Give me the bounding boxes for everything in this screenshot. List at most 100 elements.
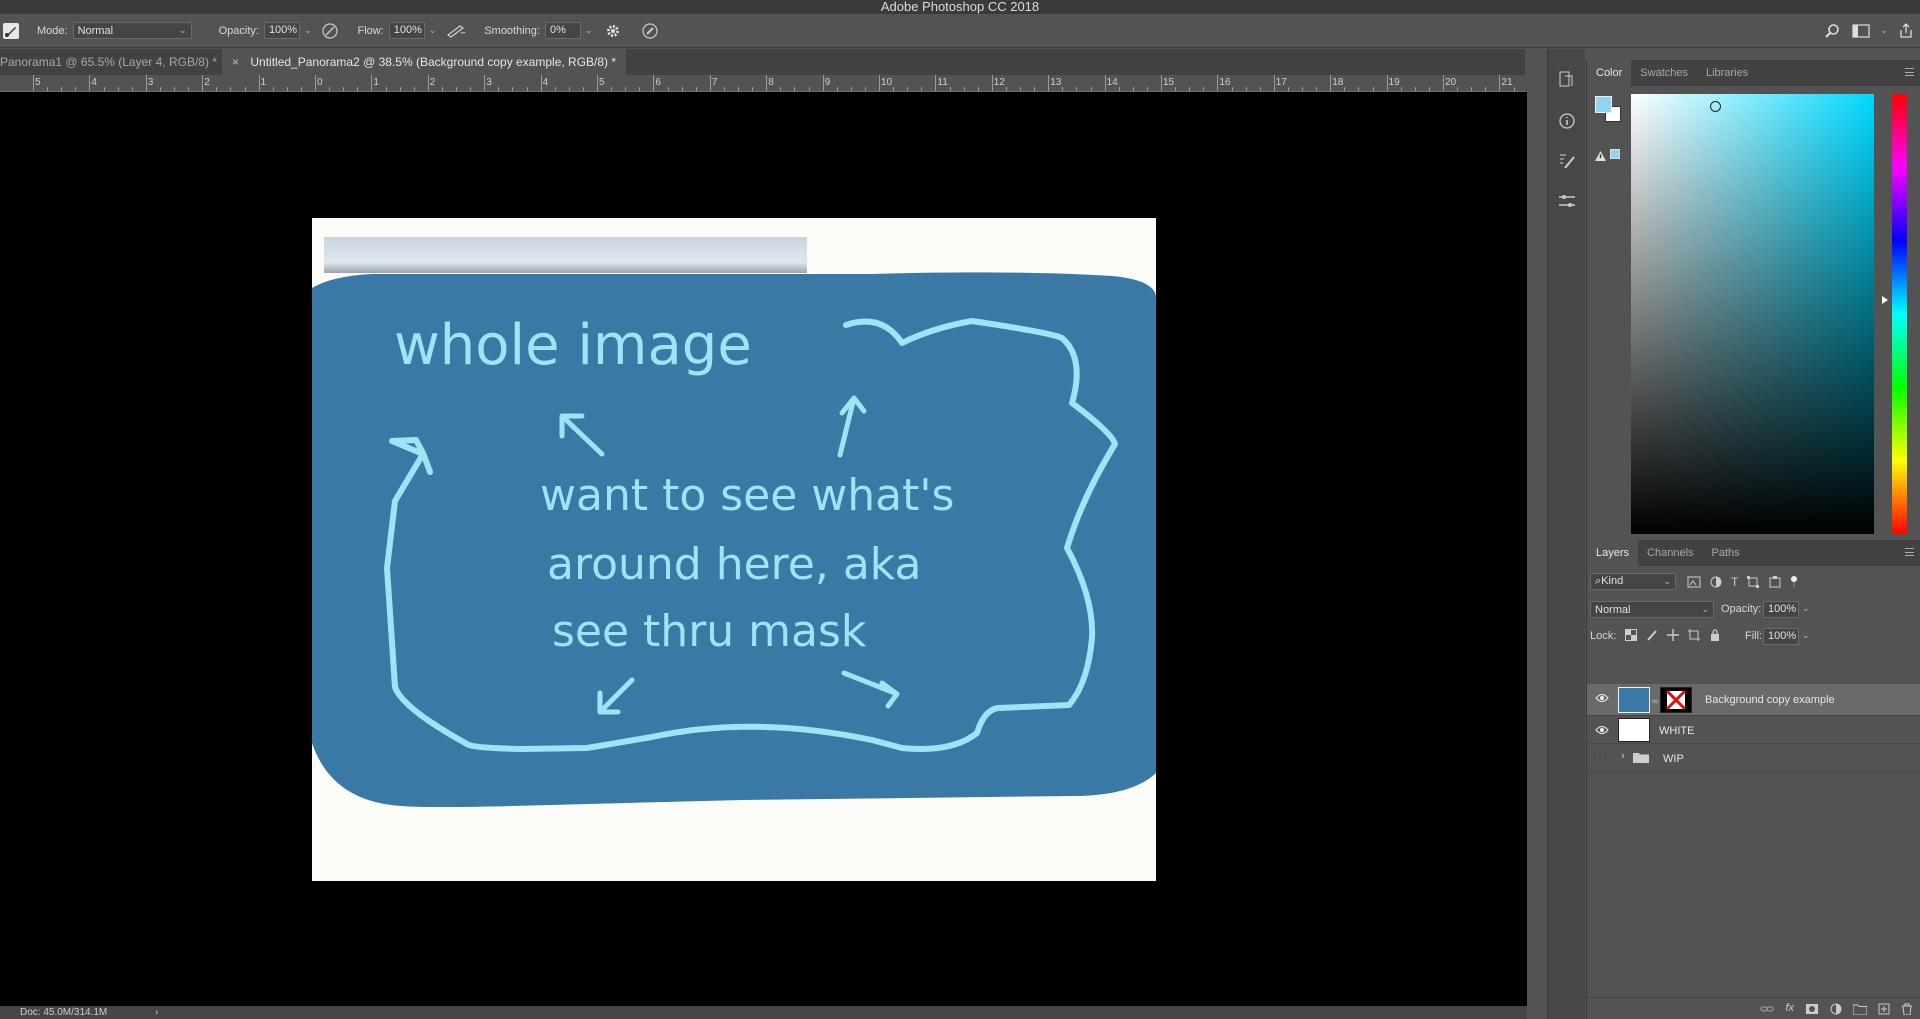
history-icon[interactable]	[1557, 69, 1577, 89]
new-layer-icon[interactable]	[1878, 1002, 1890, 1019]
mode-label: Mode:	[37, 24, 68, 37]
visibility-toggle-off[interactable]	[1594, 752, 1606, 764]
document-canvas[interactable]: whole image want to see what's around he…	[312, 218, 1156, 881]
opacity-input[interactable]: 100%	[263, 22, 300, 39]
tab-untitled-panorama2-label: Untitled_Panorama2 @ 38.5% (Background c…	[250, 55, 617, 69]
ruler-tick-mark	[399, 87, 401, 91]
close-tab-icon[interactable]: ×	[232, 55, 239, 69]
ruler-tick-mark	[456, 87, 457, 91]
layer-row-white[interactable]: WHITE	[1587, 716, 1920, 744]
brush-settings-icon[interactable]	[1557, 151, 1577, 171]
layer-opacity-slider-toggle[interactable]: ⌄	[1802, 603, 1810, 614]
filter-toggle-icon[interactable]	[1790, 575, 1798, 592]
annotation-line-3: see thru mask	[552, 606, 867, 657]
layer-row-wip-group[interactable]: › WIP	[1587, 744, 1920, 772]
ruler-tick-mark	[1471, 87, 1473, 91]
filter-type-icon[interactable]: T	[1731, 575, 1738, 592]
trash-icon[interactable]	[1901, 1002, 1913, 1019]
ruler-tick-mark	[1175, 87, 1177, 91]
link-layers-icon[interactable]	[1760, 1002, 1774, 1019]
color-picker-cursor[interactable]	[1710, 101, 1721, 112]
ruler-tick-mark	[1132, 87, 1134, 91]
mask-link-icon[interactable]: ∞	[1652, 696, 1658, 706]
filter-adjustment-icon[interactable]	[1709, 575, 1723, 592]
layers-panel-tabs: Layers Channels Paths	[1587, 540, 1920, 566]
flow-input[interactable]: 100%	[388, 22, 425, 39]
ruler-tick-mark	[216, 87, 218, 91]
ruler-tick-mark	[709, 75, 711, 91]
workspace-dropdown[interactable]: ⌄	[1880, 25, 1888, 36]
lock-transparency-icon[interactable]	[1625, 629, 1637, 644]
foreground-color-swatch[interactable]	[1595, 96, 1612, 113]
fg-bg-swatches[interactable]	[1595, 96, 1621, 122]
new-group-icon[interactable]	[1852, 1002, 1868, 1019]
lock-all-icon[interactable]	[1709, 629, 1721, 644]
layer-filter-dropdown[interactable]: ⌕Kind ⌄	[1590, 573, 1676, 590]
ruler-tick-mark	[131, 87, 133, 91]
ruler-tick-mark	[681, 87, 683, 91]
pressure-opacity-icon[interactable]	[321, 22, 339, 40]
opacity-slider-toggle[interactable]: ⌄	[304, 25, 312, 36]
tab-paths[interactable]: Paths	[1703, 540, 1749, 566]
layers-panel-menu-icon[interactable]	[1905, 548, 1914, 556]
info-icon[interactable]	[1557, 111, 1577, 131]
canvas-area[interactable]: whole image want to see what's around he…	[0, 92, 1527, 1006]
fill-slider-toggle[interactable]: ⌄	[1802, 630, 1810, 641]
ruler-tick-mark	[512, 87, 514, 91]
flow-slider-toggle[interactable]: ⌄	[429, 25, 437, 36]
adjustments-icon[interactable]	[1557, 191, 1577, 211]
eye-icon[interactable]	[1595, 724, 1609, 736]
panel-icons-strip	[1547, 49, 1585, 1019]
ruler-tick-mark	[935, 75, 937, 91]
smoothing-slider-toggle[interactable]: ⌄	[585, 25, 593, 36]
add-mask-icon[interactable]	[1805, 1002, 1819, 1019]
new-adjustment-layer-icon[interactable]	[1830, 1002, 1842, 1019]
tab-swatches[interactable]: Swatches	[1631, 60, 1697, 86]
blend-mode-dropdown[interactable]: Normal ⌄	[1590, 601, 1714, 618]
layer-opacity-input[interactable]: 100%	[1763, 601, 1799, 618]
hue-slider-handle[interactable]	[1882, 296, 1888, 304]
filter-shape-icon[interactable]	[1746, 575, 1760, 592]
tab-color[interactable]: Color	[1587, 60, 1632, 86]
gamut-color-swatch[interactable]	[1610, 149, 1620, 159]
lock-position-icon[interactable]	[1667, 629, 1679, 644]
fill-input[interactable]: 100%	[1763, 628, 1799, 645]
out-of-gamut-warning-icon[interactable]	[1594, 149, 1607, 167]
brush-tool-preset-icon[interactable]	[3, 22, 19, 39]
layer-mask-thumbnail[interactable]	[1660, 687, 1692, 713]
tab-panorama1[interactable]: Panorama1 @ 65.5% (Layer 4, RGB/8) *	[0, 49, 222, 75]
status-menu-arrow[interactable]: ›	[155, 1007, 158, 1018]
smoothing-input[interactable]: 0%	[544, 22, 581, 39]
pressure-size-icon[interactable]	[641, 22, 659, 40]
lock-image-pixels-icon[interactable]	[1646, 629, 1658, 644]
layer-opacity-label: Opacity:	[1721, 603, 1762, 615]
ruler-tick-mark	[47, 87, 49, 91]
hue-slider[interactable]	[1892, 94, 1907, 534]
tab-channels[interactable]: Channels	[1638, 540, 1702, 566]
panel-menu-icon[interactable]	[1905, 68, 1914, 76]
ruler-tick-mark	[1485, 87, 1487, 91]
tab-libraries[interactable]: Libraries	[1697, 60, 1757, 86]
fx-icon[interactable]: fx	[1785, 1002, 1794, 1019]
chevron-right-icon[interactable]: ›	[1621, 750, 1625, 762]
lock-artboard-icon[interactable]	[1688, 629, 1700, 644]
saturation-value-field[interactable]	[1631, 94, 1874, 534]
search-icon[interactable]	[1824, 23, 1840, 39]
ruler-tick-mark	[1316, 87, 1318, 91]
filter-pixel-icon[interactable]	[1687, 575, 1701, 592]
share-icon[interactable]	[1898, 22, 1914, 39]
mode-dropdown[interactable]: Normal ⌄	[72, 22, 192, 39]
ruler-tick-mark	[766, 75, 768, 91]
layer-row-background-copy[interactable]: ∞ Background copy example	[1587, 684, 1920, 716]
ruler-tick-mark	[822, 75, 824, 91]
tab-layers[interactable]: Layers	[1587, 540, 1639, 566]
gear-icon[interactable]	[605, 23, 621, 39]
eye-icon[interactable]	[1595, 692, 1609, 704]
ruler-tick-mark	[159, 87, 161, 91]
workspace-icon[interactable]	[1852, 23, 1871, 38]
filter-smart-object-icon[interactable]	[1768, 575, 1782, 592]
ruler-tick-mark	[343, 87, 345, 91]
tab-untitled-panorama2[interactable]: × Untitled_Panorama2 @ 38.5% (Background…	[222, 49, 627, 75]
airbrush-icon[interactable]	[446, 23, 466, 39]
ruler-tick-mark	[1259, 87, 1261, 91]
